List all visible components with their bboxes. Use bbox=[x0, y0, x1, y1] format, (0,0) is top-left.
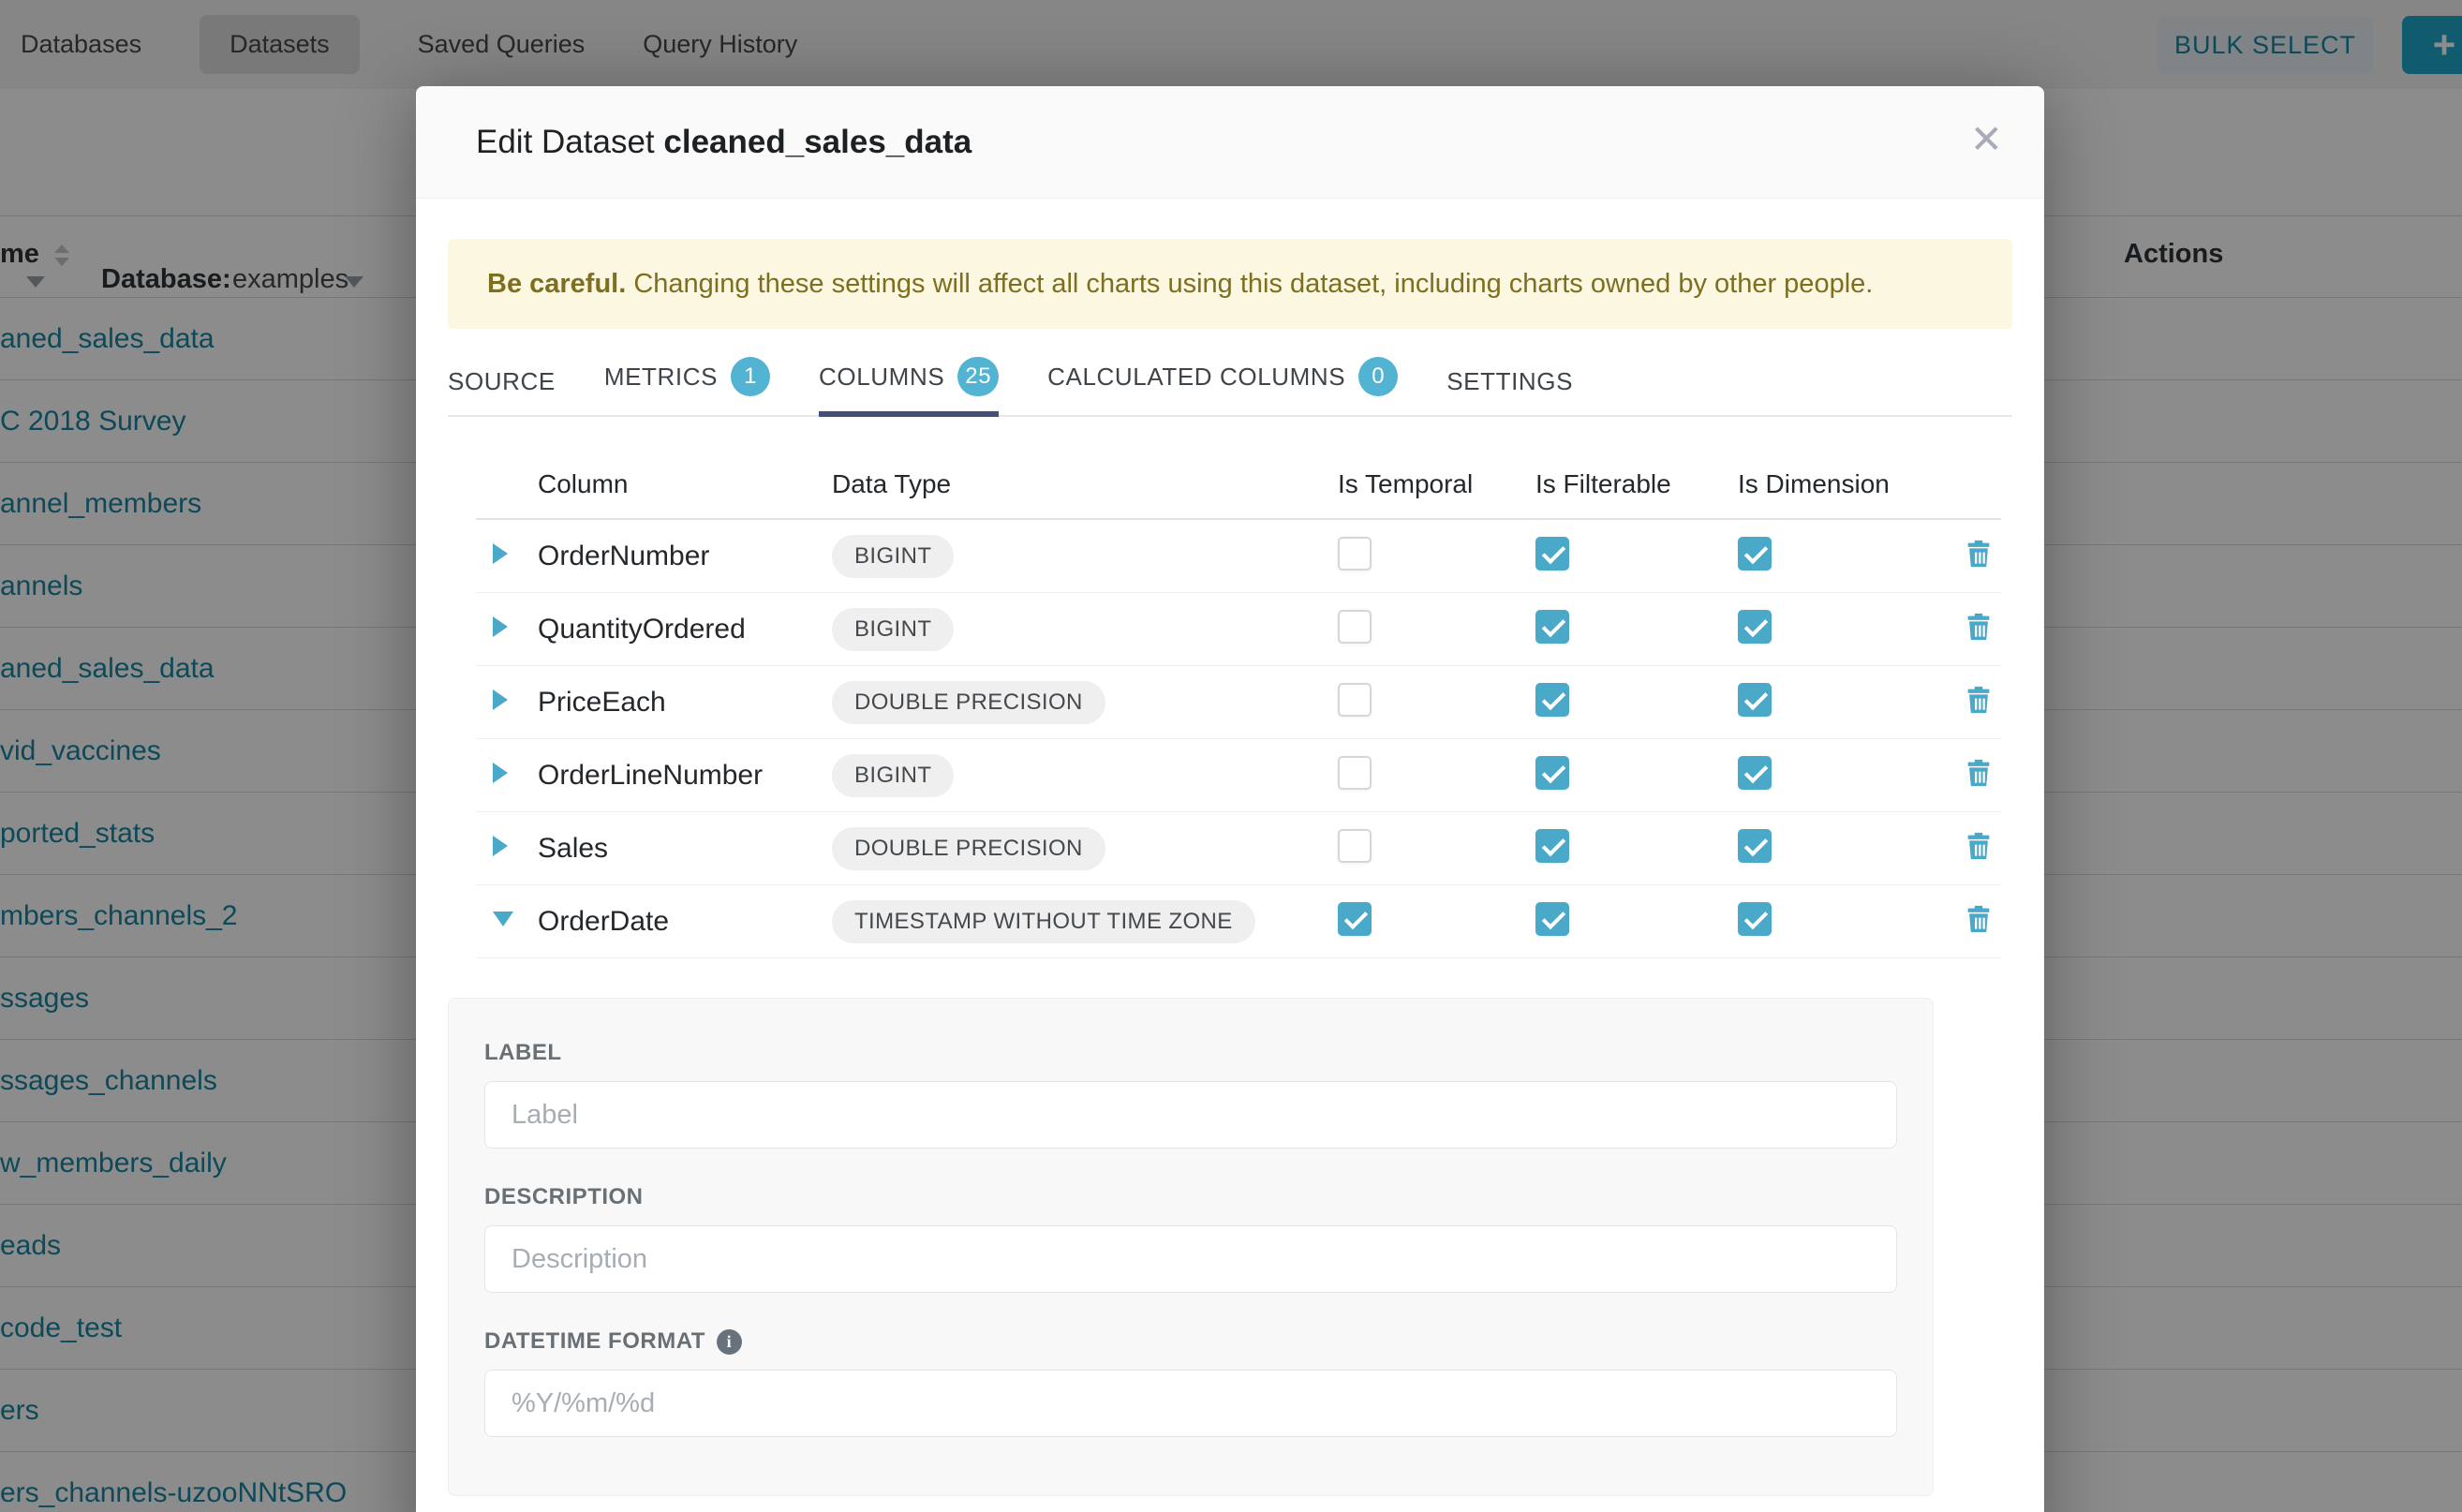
tab-label: SOURCE bbox=[448, 367, 556, 396]
tab-label: CALCULATED COLUMNS bbox=[1047, 363, 1345, 392]
expand-caret-icon[interactable] bbox=[493, 763, 508, 783]
tab-label: SETTINGS bbox=[1446, 367, 1573, 396]
tab-calculated-columns[interactable]: CALCULATED COLUMNS 0 bbox=[1047, 357, 1398, 415]
is-dimension-checkbox[interactable] bbox=[1738, 610, 1772, 644]
column-name: OrderDate bbox=[538, 906, 832, 938]
expand-caret-icon[interactable] bbox=[493, 616, 508, 637]
data-type-header: Data Type bbox=[832, 469, 1338, 499]
modal-body: Be careful. Changing these settings will… bbox=[416, 239, 2044, 1496]
delete-column-button[interactable] bbox=[1963, 757, 1995, 789]
is-dimension-checkbox[interactable] bbox=[1738, 756, 1772, 790]
table-row: PriceEach DOUBLE PRECISION bbox=[476, 666, 2001, 739]
collapse-caret-icon[interactable] bbox=[493, 912, 513, 926]
column-name: OrderLineNumber bbox=[538, 760, 832, 792]
data-type-pill: DOUBLE PRECISION bbox=[832, 827, 1105, 870]
columns-table-header: Column Data Type Is Temporal Is Filterab… bbox=[476, 451, 2001, 520]
trash-icon bbox=[1963, 830, 1995, 862]
datetime-format-field-group: DATETIME FORMAT bbox=[484, 1328, 1897, 1437]
modal-tabs: SOURCE METRICS 1 COLUMNS 25 CALCULATED C… bbox=[448, 355, 2012, 417]
description-input[interactable] bbox=[484, 1225, 1897, 1293]
trash-icon bbox=[1963, 757, 1995, 789]
is-dimension-checkbox[interactable] bbox=[1738, 902, 1772, 936]
tab-label: METRICS bbox=[604, 363, 718, 392]
table-row: OrderNumber BIGINT bbox=[476, 520, 2001, 593]
warning-banner-text: Changing these settings will affect all … bbox=[626, 269, 1873, 299]
modal-title-prefix: Edit Dataset bbox=[476, 124, 663, 160]
is-filterable-checkbox[interactable] bbox=[1535, 537, 1569, 571]
is-filterable-checkbox[interactable] bbox=[1535, 610, 1569, 644]
is-filterable-header: Is Filterable bbox=[1535, 469, 1738, 499]
column-name: QuantityOrdered bbox=[538, 614, 832, 645]
modal-header: Edit Dataset cleaned_sales_data ✕ bbox=[416, 86, 2044, 199]
trash-icon bbox=[1963, 611, 1995, 643]
expand-caret-icon[interactable] bbox=[493, 836, 508, 856]
tab-columns[interactable]: COLUMNS 25 bbox=[819, 357, 999, 415]
data-type-pill: BIGINT bbox=[832, 754, 954, 797]
column-detail-panel: LABEL DESCRIPTION DATETIME FORMAT bbox=[448, 998, 1934, 1496]
delete-column-button[interactable] bbox=[1963, 538, 1995, 570]
modal-title-dataset-name: cleaned_sales_data bbox=[663, 124, 971, 160]
description-field-group: DESCRIPTION bbox=[484, 1184, 1897, 1293]
delete-column-button[interactable] bbox=[1963, 903, 1995, 935]
modal-title: Edit Dataset cleaned_sales_data bbox=[476, 124, 971, 161]
close-icon[interactable]: ✕ bbox=[1970, 120, 2003, 159]
calculated-columns-count-badge: 0 bbox=[1358, 357, 1398, 396]
is-temporal-checkbox[interactable] bbox=[1338, 537, 1372, 571]
data-type-pill: TIMESTAMP WITHOUT TIME ZONE bbox=[832, 900, 1255, 943]
is-dimension-header: Is Dimension bbox=[1738, 469, 1963, 499]
is-temporal-checkbox[interactable] bbox=[1338, 610, 1372, 644]
is-filterable-checkbox[interactable] bbox=[1535, 756, 1569, 790]
expand-caret-icon[interactable] bbox=[493, 689, 508, 710]
trash-icon bbox=[1963, 903, 1995, 935]
description-field-label: DESCRIPTION bbox=[484, 1184, 1897, 1210]
tab-source[interactable]: SOURCE bbox=[448, 367, 556, 415]
columns-count-badge: 25 bbox=[957, 357, 999, 396]
tab-label: COLUMNS bbox=[819, 363, 944, 392]
is-temporal-checkbox[interactable] bbox=[1338, 829, 1372, 863]
label-field-label: LABEL bbox=[484, 1040, 1897, 1066]
trash-icon bbox=[1963, 538, 1995, 570]
trash-icon bbox=[1963, 684, 1995, 716]
is-filterable-checkbox[interactable] bbox=[1535, 829, 1569, 863]
is-temporal-checkbox[interactable] bbox=[1338, 756, 1372, 790]
column-name: Sales bbox=[538, 833, 832, 865]
data-type-pill: BIGINT bbox=[832, 535, 954, 578]
is-filterable-checkbox[interactable] bbox=[1535, 683, 1569, 717]
table-row: OrderLineNumber BIGINT bbox=[476, 739, 2001, 812]
is-temporal-header: Is Temporal bbox=[1338, 469, 1535, 499]
delete-column-button[interactable] bbox=[1963, 684, 1995, 716]
data-type-pill: DOUBLE PRECISION bbox=[832, 681, 1105, 724]
table-row: QuantityOrdered BIGINT bbox=[476, 593, 2001, 666]
table-row: Sales DOUBLE PRECISION bbox=[476, 812, 2001, 885]
datetime-format-input[interactable] bbox=[484, 1370, 1897, 1437]
is-dimension-checkbox[interactable] bbox=[1738, 829, 1772, 863]
column-name: OrderNumber bbox=[538, 541, 832, 572]
is-temporal-checkbox[interactable] bbox=[1338, 683, 1372, 717]
delete-column-button[interactable] bbox=[1963, 611, 1995, 643]
warning-banner-bold: Be careful. bbox=[487, 269, 626, 299]
is-dimension-checkbox[interactable] bbox=[1738, 537, 1772, 571]
is-filterable-checkbox[interactable] bbox=[1535, 902, 1569, 936]
label-field-group: LABEL bbox=[484, 1040, 1897, 1149]
column-name: PriceEach bbox=[538, 687, 832, 719]
tab-metrics[interactable]: METRICS 1 bbox=[604, 357, 770, 415]
datetime-format-field-label: DATETIME FORMAT bbox=[484, 1328, 1897, 1355]
is-temporal-checkbox[interactable] bbox=[1338, 902, 1372, 936]
table-row: OrderDate TIMESTAMP WITHOUT TIME ZONE bbox=[476, 885, 2001, 958]
is-dimension-checkbox[interactable] bbox=[1738, 683, 1772, 717]
edit-dataset-modal: Edit Dataset cleaned_sales_data ✕ Be car… bbox=[416, 86, 2044, 1512]
warning-banner: Be careful. Changing these settings will… bbox=[448, 239, 2012, 329]
column-header: Column bbox=[538, 469, 832, 499]
data-type-pill: BIGINT bbox=[832, 608, 954, 651]
info-icon[interactable] bbox=[717, 1329, 742, 1355]
expand-caret-icon[interactable] bbox=[493, 543, 508, 564]
delete-column-button[interactable] bbox=[1963, 830, 1995, 862]
label-input[interactable] bbox=[484, 1081, 1897, 1149]
metrics-count-badge: 1 bbox=[731, 357, 770, 396]
columns-table: Column Data Type Is Temporal Is Filterab… bbox=[476, 451, 2001, 958]
tab-settings[interactable]: SETTINGS bbox=[1446, 367, 1573, 415]
